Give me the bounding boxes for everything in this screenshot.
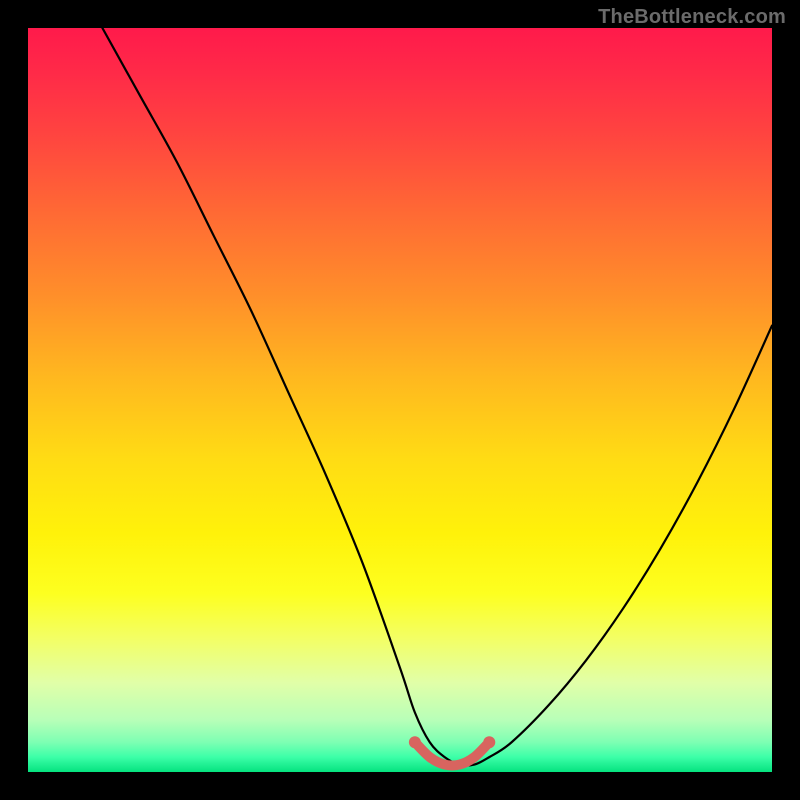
watermark-label: TheBottleneck.com (598, 6, 786, 29)
highlight-curve (415, 742, 489, 765)
plot-area (28, 28, 772, 772)
curve-svg (28, 28, 772, 772)
highlight-start-dot (409, 736, 421, 748)
highlight-end-dot (483, 736, 495, 748)
main-curve (102, 28, 772, 765)
chart-frame: TheBottleneck.com (0, 0, 800, 800)
